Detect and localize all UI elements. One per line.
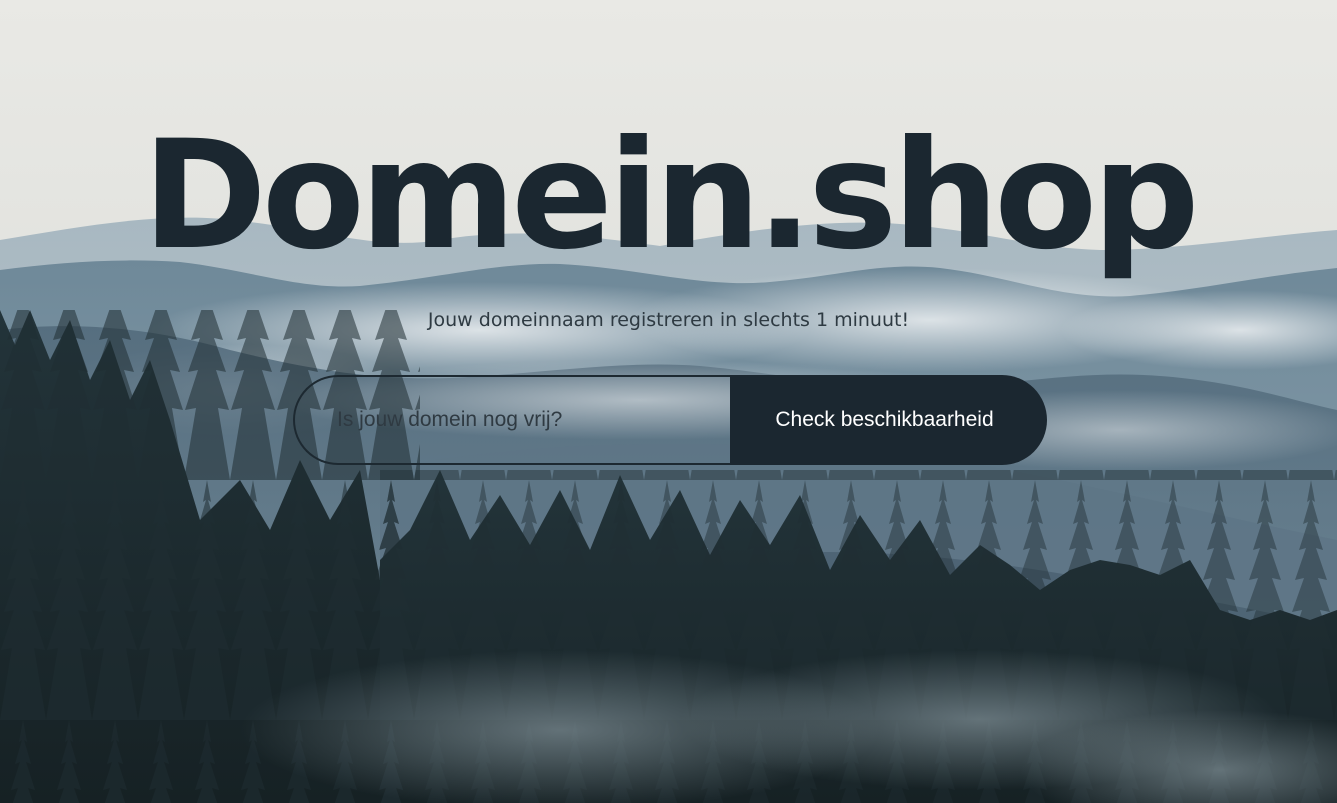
tagline: Jouw domeinnaam registreren in slechts 1… — [427, 309, 910, 331]
domain-search-form: Check beschikbaarheid — [293, 375, 1047, 465]
brand-title: Domein.shop — [142, 109, 1199, 283]
hero-section: Domein.shop Jouw domeinnaam registreren … — [0, 0, 1337, 803]
check-availability-button[interactable]: Check beschikbaarheid — [730, 375, 1047, 465]
domain-search-input[interactable] — [293, 375, 730, 465]
